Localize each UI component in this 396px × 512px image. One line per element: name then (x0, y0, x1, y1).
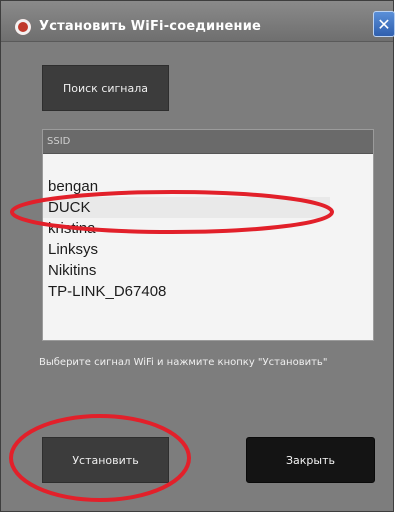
close-icon[interactable]: ✕ (373, 11, 395, 37)
network-item-bengan[interactable]: bengan (43, 176, 373, 197)
title-bar[interactable]: Установить WiFi-соединение ✕ (1, 1, 395, 42)
search-signal-button[interactable]: Поиск сигнала (42, 65, 169, 111)
install-button[interactable]: Установить (42, 437, 169, 483)
network-item-duck[interactable]: DUCK (43, 197, 330, 218)
close-button[interactable]: Закрыть (246, 437, 375, 483)
app-icon (15, 19, 31, 35)
network-item-tp-link[interactable]: TP-LINK_D67408 (43, 281, 373, 302)
ssid-column-header[interactable]: SSID (43, 130, 373, 154)
wifi-dialog: Установить WiFi-соединение ✕ Поиск сигна… (0, 0, 395, 512)
network-item-kristina[interactable]: kristina (43, 218, 373, 239)
instruction-text: Выберите сигнал WiFi и нажмите кнопку "У… (39, 357, 328, 368)
window-title: Установить WiFi-соединение (39, 19, 262, 34)
network-item-linksys[interactable]: Linksys (43, 239, 373, 260)
network-item-nikitins[interactable]: Nikitins (43, 260, 373, 281)
network-list-body: bengan DUCK kristina Linksys Nikitins TP… (43, 176, 373, 302)
network-list: SSID bengan DUCK kristina Linksys Nikiti… (42, 129, 374, 341)
